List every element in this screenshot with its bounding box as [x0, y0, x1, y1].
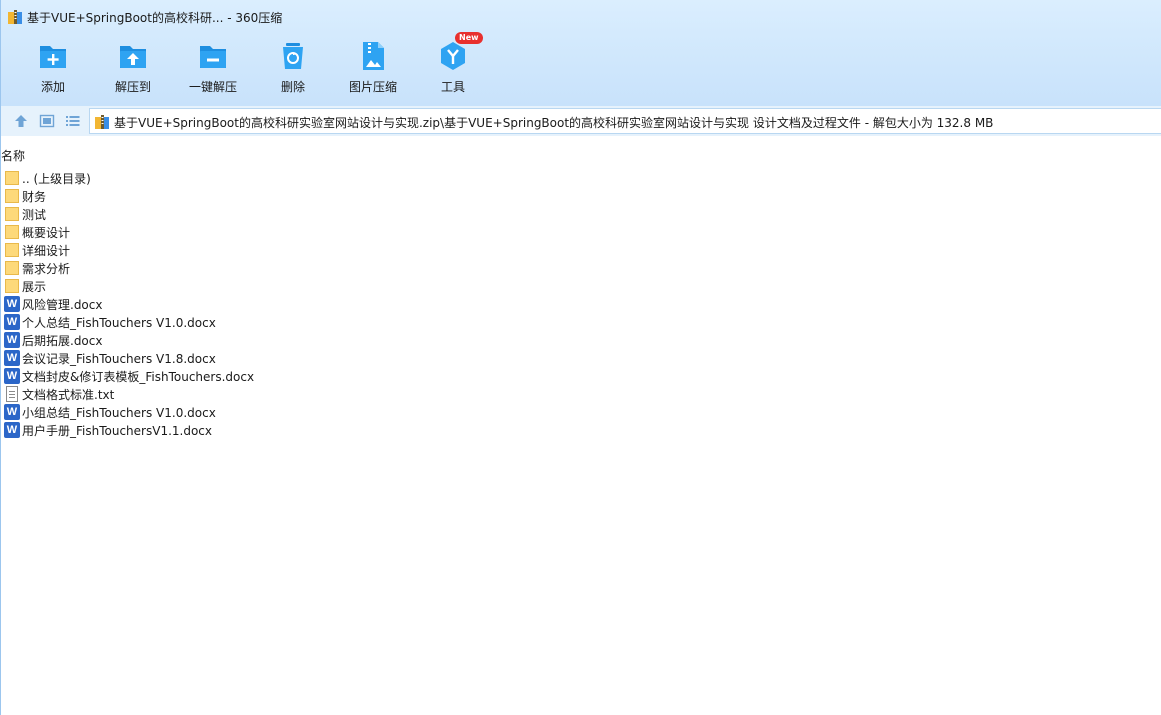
thumbnail-view-icon[interactable]: [39, 113, 55, 129]
list-item-folder[interactable]: 概要设计: [4, 223, 404, 241]
tools-button-label: 工具: [440, 80, 465, 94]
word-document-icon: W: [4, 422, 20, 438]
address-bar: 基于VUE+SpringBoot的高校科研实验室网站设计与实现.zip\基于VU…: [1, 106, 1161, 136]
list-item-file[interactable]: W 个人总结_FishTouchers V1.0.docx: [4, 313, 404, 331]
archive-icon: [95, 115, 109, 129]
list-item-parent-folder[interactable]: .. (上级目录): [4, 169, 404, 187]
delete-button[interactable]: 删除: [253, 34, 333, 106]
word-document-icon: W: [4, 404, 20, 420]
item-name: 财务: [22, 190, 47, 204]
folder-icon: [4, 224, 20, 240]
add-button[interactable]: 添加: [13, 34, 93, 106]
list-item-folder[interactable]: 需求分析: [4, 259, 404, 277]
list-item-file[interactable]: 文档格式标准.txt: [4, 385, 404, 403]
word-document-icon: W: [4, 332, 20, 348]
archive-path-text: 基于VUE+SpringBoot的高校科研实验室网站设计与实现.zip\基于VU…: [114, 116, 994, 130]
list-item-file[interactable]: W 后期拓展.docx: [4, 331, 404, 349]
item-name: 会议记录_FishTouchers V1.8.docx: [22, 352, 216, 366]
new-badge: New: [455, 32, 483, 44]
list-item-file[interactable]: W 会议记录_FishTouchers V1.8.docx: [4, 349, 404, 367]
tools-button[interactable]: New 工具: [413, 32, 493, 106]
item-name: 用户手册_FishTouchersV1.1.docx: [22, 424, 212, 438]
add-icon: [40, 46, 66, 68]
extract-to-icon: [120, 46, 146, 68]
delete-icon: [283, 43, 303, 69]
list-view-icon[interactable]: [65, 113, 81, 129]
image-compress-button[interactable]: 图片压缩: [333, 34, 413, 106]
one-click-extract-button-label: 一键解压: [188, 80, 237, 94]
item-name: 后期拓展.docx: [22, 334, 103, 348]
folder-icon: [4, 260, 20, 276]
column-header-name[interactable]: 名称: [1, 147, 25, 163]
word-document-icon: W: [4, 314, 20, 330]
item-name: 小组总结_FishTouchers V1.0.docx: [22, 406, 216, 420]
delete-button-label: 删除: [280, 80, 305, 94]
list-item-file[interactable]: W 文档封皮&修订表模板_FishTouchers.docx: [4, 367, 404, 385]
list-item-folder[interactable]: 测试: [4, 205, 404, 223]
item-name: 文档封皮&修订表模板_FishTouchers.docx: [22, 370, 255, 384]
item-name: 概要设计: [22, 226, 71, 240]
folder-icon: [4, 170, 20, 186]
folder-icon: [4, 278, 20, 294]
up-arrow-icon[interactable]: [13, 113, 29, 129]
folder-icon: [4, 206, 20, 222]
list-item-folder[interactable]: 详细设计: [4, 241, 404, 259]
word-document-icon: W: [4, 368, 20, 384]
tools-icon: [441, 42, 465, 70]
image-compress-icon: [363, 42, 384, 70]
one-click-extract-button[interactable]: 一键解压: [173, 34, 253, 106]
window-title: 基于VUE+SpringBoot的高校科研... - 360压缩: [27, 11, 283, 25]
list-item-folder[interactable]: 财务: [4, 187, 404, 205]
item-name: 需求分析: [22, 262, 71, 276]
image-compress-button-label: 图片压缩: [348, 80, 397, 94]
item-name: 测试: [22, 208, 47, 222]
text-file-icon: [4, 386, 20, 402]
add-button-label: 添加: [40, 80, 65, 94]
list-item-file[interactable]: W 小组总结_FishTouchers V1.0.docx: [4, 403, 404, 421]
list-item-file[interactable]: W 用户手册_FishTouchersV1.1.docx: [4, 421, 404, 439]
toolbar: 添加 解压到 一键解压 删除 图片压缩 New 工具: [1, 32, 1161, 106]
item-name: 展示: [22, 280, 47, 294]
folder-icon: [4, 188, 20, 204]
extract-to-button[interactable]: 解压到: [93, 34, 173, 106]
item-name: 文档格式标准.txt: [22, 388, 115, 402]
word-document-icon: W: [4, 350, 20, 366]
word-document-icon: W: [4, 296, 20, 312]
archive-app-icon: [8, 10, 22, 24]
list-item-folder[interactable]: 展示: [4, 277, 404, 295]
list-item-file[interactable]: W 风险管理.docx: [4, 295, 404, 313]
item-name: 个人总结_FishTouchers V1.0.docx: [22, 316, 216, 330]
item-name: 详细设计: [22, 244, 71, 258]
extract-to-button-label: 解压到: [114, 80, 151, 94]
one-click-extract-icon: [200, 46, 226, 68]
path-input[interactable]: 基于VUE+SpringBoot的高校科研实验室网站设计与实现.zip\基于VU…: [89, 108, 1161, 134]
folder-icon: [4, 242, 20, 258]
item-name: 风险管理.docx: [22, 298, 103, 312]
file-list: .. (上级目录) 财务 测试 概要设计 详细设计 需求分析 展示 W 风险管理…: [4, 169, 404, 439]
item-name: .. (上级目录): [22, 172, 91, 186]
app-window: 基于VUE+SpringBoot的高校科研... - 360压缩 添加 解压到: [0, 0, 1161, 715]
title-bar[interactable]: 基于VUE+SpringBoot的高校科研... - 360压缩: [1, 0, 1161, 34]
